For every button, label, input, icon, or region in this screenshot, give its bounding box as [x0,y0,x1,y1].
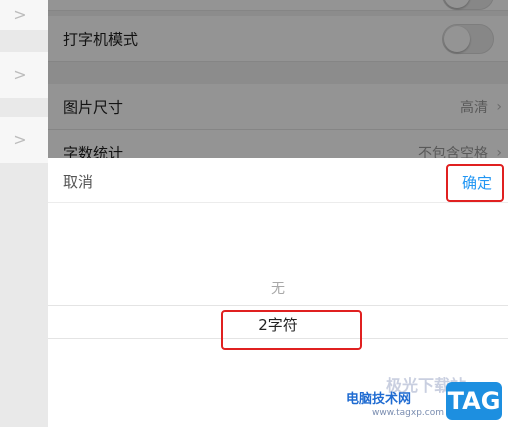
cancel-button[interactable]: 取消 [63,171,93,192]
picker-header: 取消 确定 [48,158,508,203]
watermark-url: www.tagxp.com [372,408,444,418]
tag-logo: TAG [446,382,502,420]
left-row-3[interactable]: > [0,117,48,163]
chevron-right-icon: > [13,65,27,84]
picker-divider [48,305,508,306]
chevron-right-icon: > [13,130,27,149]
watermark: 极光下载站 电脑技术网 www.tagxp.com TAG [346,376,508,427]
left-row-1[interactable]: > [0,0,48,30]
watermark-site-name: 电脑技术网 [346,392,412,407]
left-row-2[interactable]: > [0,52,48,98]
chevron-right-icon: > [13,5,27,24]
picker-option-none[interactable]: 无 [48,278,508,298]
left-panel: > > > [0,0,48,427]
highlight-box-selected [221,310,362,350]
modal-overlay[interactable] [48,0,508,158]
highlight-box-confirm [446,164,504,202]
